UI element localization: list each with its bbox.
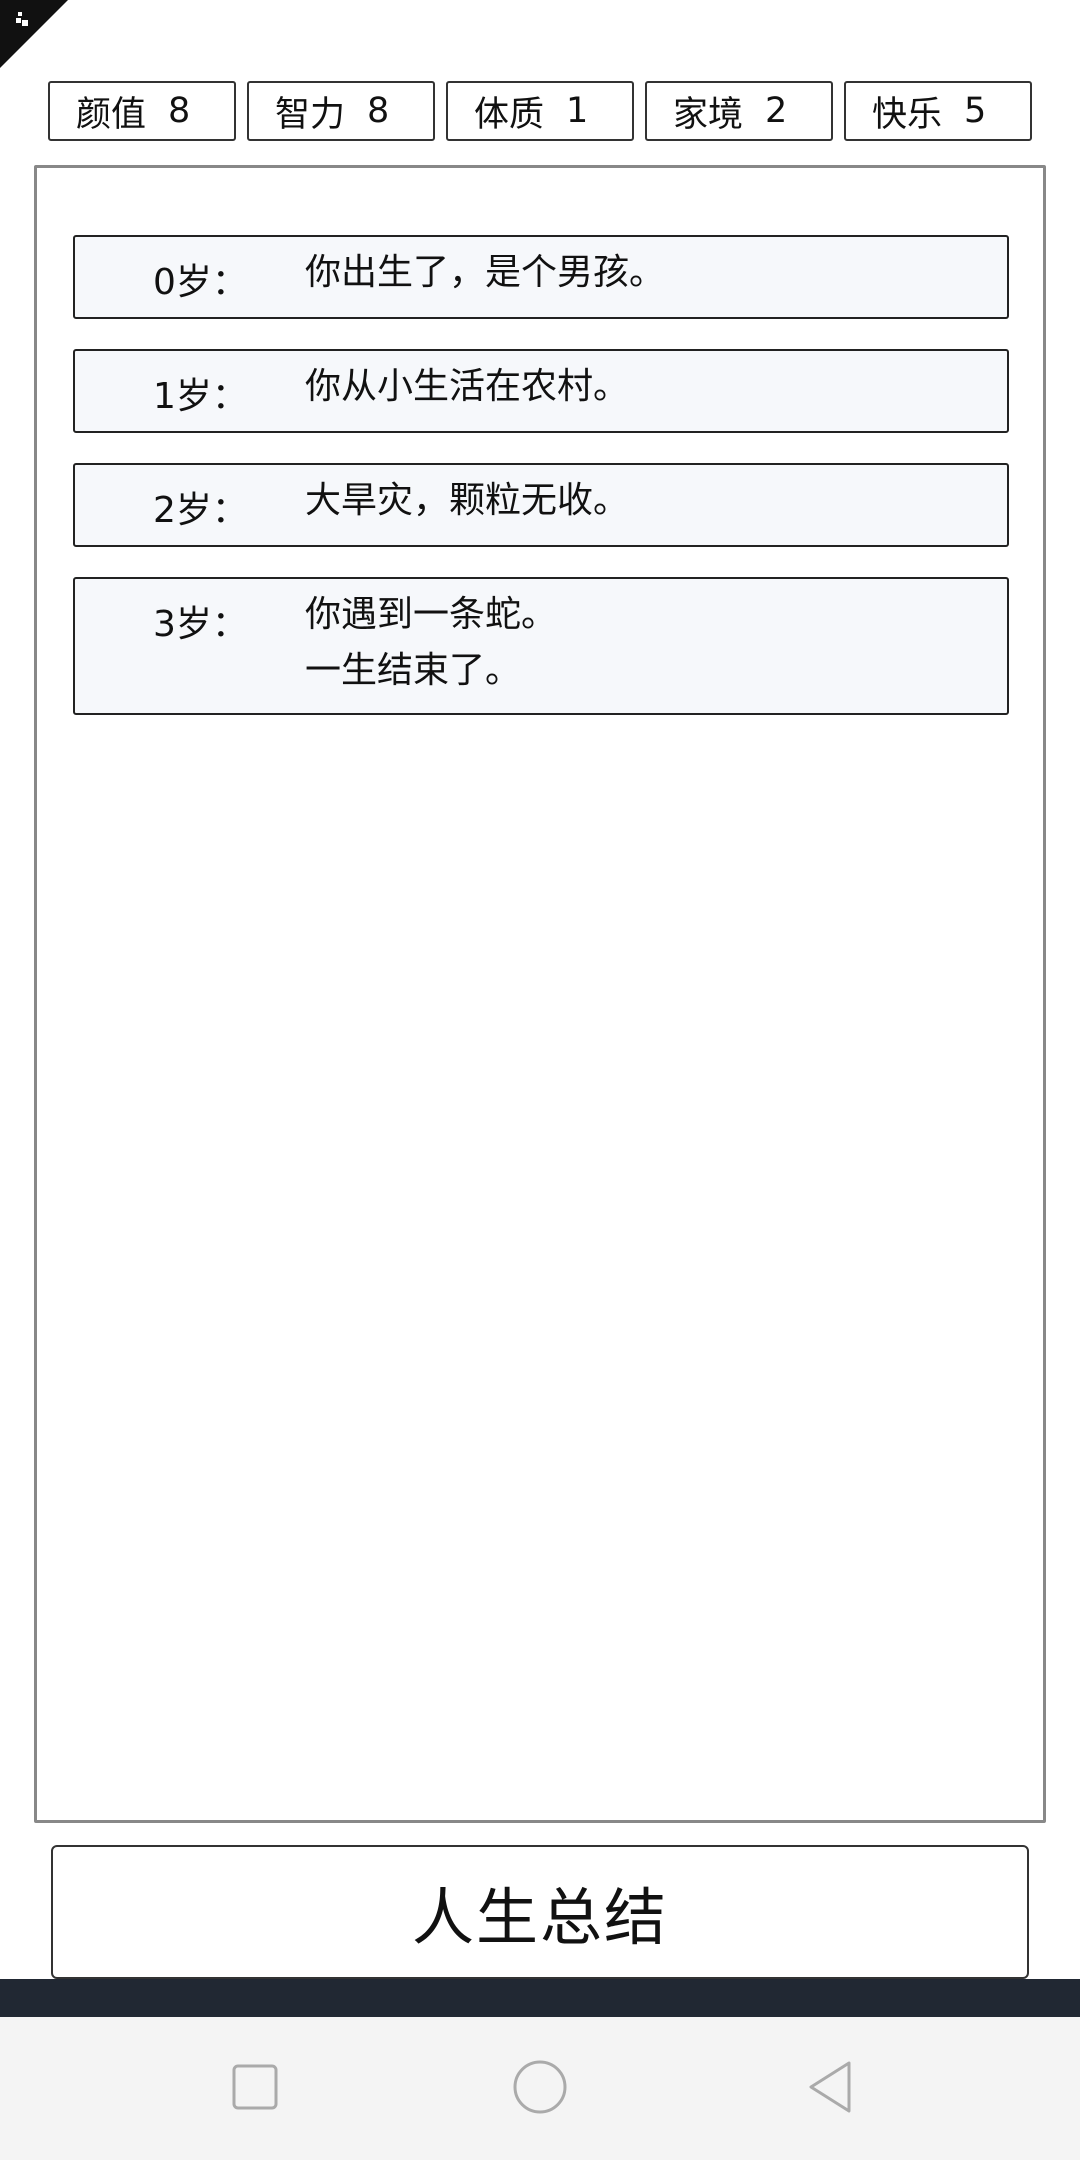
stat-value: 8 [168, 91, 191, 131]
recent-apps-button[interactable] [215, 2047, 295, 2127]
log-line: 你从小生活在农村。 [305, 366, 630, 407]
stat-label: 体质 [474, 94, 545, 135]
attribute-bar: 颜值 8 智力 8 体质 1 家境 2 快乐 5 [48, 81, 1032, 143]
stat-label: 快乐 [872, 94, 943, 135]
log-line: 你遇到一条蛇。 [305, 594, 558, 635]
stat-value: 5 [964, 91, 987, 131]
circle-icon [513, 2060, 567, 2114]
log-entry: 2岁： 大旱灾，颗粒无收。 [73, 463, 1009, 547]
log-text: 你出生了，是个男孩。 [305, 245, 665, 301]
life-summary-button[interactable]: 人生总结 [51, 1845, 1029, 1979]
back-button[interactable] [790, 2047, 870, 2127]
debug-banner [0, 0, 68, 68]
triangle-back-icon [809, 2061, 851, 2113]
stat-constitution: 体质 1 [446, 81, 634, 141]
stat-appearance: 颜值 8 [48, 81, 236, 141]
stat-intelligence: 智力 8 [247, 81, 435, 141]
stat-label: 智力 [275, 94, 346, 135]
life-log-panel[interactable]: 0岁： 你出生了，是个男孩。 1岁： 你从小生活在农村。 2岁： 大旱灾，颗粒无… [34, 165, 1046, 1823]
log-line: 一生结束了。 [305, 650, 522, 691]
stat-label: 家境 [673, 94, 744, 135]
log-age: 1岁： [153, 376, 248, 417]
log-line: 大旱灾，颗粒无收。 [305, 480, 630, 521]
stat-value: 2 [765, 91, 788, 131]
log-entry: 0岁： 你出生了，是个男孩。 [73, 235, 1009, 319]
log-text: 大旱灾，颗粒无收。 [305, 473, 629, 529]
log-line: 你出生了，是个男孩。 [305, 252, 666, 293]
square-icon [232, 2064, 278, 2110]
stat-label: 颜值 [76, 94, 147, 135]
game-screen: 颜值 8 智力 8 体质 1 家境 2 快乐 5 0岁： 你出生了，是个男孩。 … [0, 0, 1080, 2160]
home-button[interactable] [500, 2047, 580, 2127]
log-entry: 1岁： 你从小生活在农村。 [73, 349, 1009, 433]
stat-value: 8 [367, 91, 390, 131]
log-entry: 3岁： 你遇到一条蛇。 一生结束了。 [73, 577, 1009, 715]
stat-value: 1 [566, 91, 589, 131]
debug-icon [16, 12, 28, 26]
bottom-divider [0, 1979, 1080, 2017]
log-age: 0岁： [153, 262, 248, 303]
stat-family: 家境 2 [645, 81, 833, 141]
system-nav-bar [0, 2017, 1080, 2160]
log-age: 2岁： [153, 490, 248, 531]
log-age: 3岁： [153, 604, 248, 645]
log-text: 你遇到一条蛇。 一生结束了。 [305, 587, 557, 699]
stat-happiness: 快乐 5 [844, 81, 1032, 141]
log-text: 你从小生活在农村。 [305, 359, 629, 415]
